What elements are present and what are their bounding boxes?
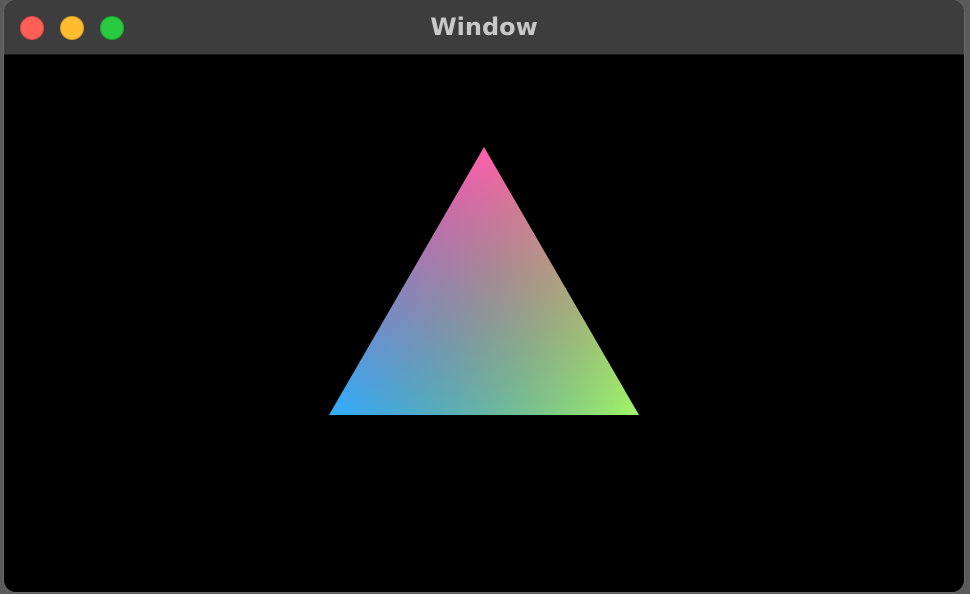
close-button[interactable] [20, 16, 44, 40]
window-title: Window [430, 13, 538, 41]
render-canvas[interactable] [4, 55, 964, 592]
triangle-svg [329, 147, 639, 415]
zoom-button[interactable] [100, 16, 124, 40]
rgb-triangle [329, 147, 639, 415]
title-bar[interactable]: Window [4, 0, 964, 55]
app-window: Window [4, 0, 964, 592]
minimize-button[interactable] [60, 16, 84, 40]
